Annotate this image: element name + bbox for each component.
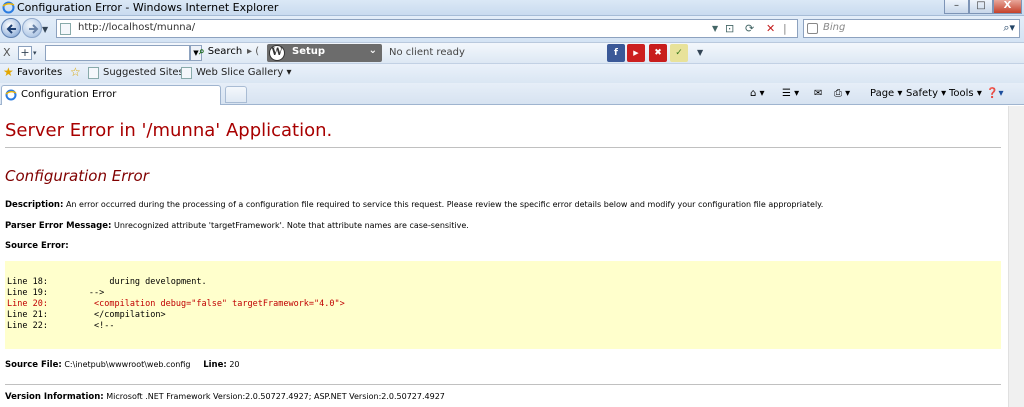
chevron-down-icon: ⌄	[368, 45, 377, 56]
stop-icon[interactable]: ✕	[766, 22, 775, 35]
divider	[5, 147, 1001, 148]
version-line: Version Information: Microsoft .NET Fram…	[5, 392, 445, 402]
code-line: Line 18: during development.	[7, 277, 207, 287]
line-label: Line:	[203, 360, 227, 370]
tab-label: Configuration Error	[21, 89, 117, 100]
toolbar-add-dropdown-icon[interactable]: ▾	[33, 49, 37, 57]
page-title: Server Error in '/munna' Application.	[5, 120, 333, 141]
wordpress-icon: W	[269, 45, 285, 61]
code-line-highlighted: Line 20: <compilation debug="false" targ…	[7, 299, 345, 309]
description-label: Description:	[5, 200, 64, 210]
back-button[interactable]	[1, 18, 21, 38]
parser-error-text: Unrecognized attribute 'targetFramework'…	[113, 221, 469, 230]
forward-arrow-icon	[29, 24, 39, 34]
search-field[interactable]: Bing ⌕▾	[803, 19, 1020, 38]
page-icon	[60, 23, 71, 35]
page-menu[interactable]: Page ▾	[870, 88, 902, 99]
maximize-button[interactable]: □	[969, 0, 993, 14]
suggested-sites-link[interactable]: Suggested Sites ▾	[103, 67, 192, 78]
setup-label: Setup	[292, 46, 326, 57]
code-line: Line 21: </compilation>	[7, 310, 166, 320]
source-code-box: Line 18: during development. Line 19: --…	[5, 261, 1001, 349]
internet-explorer-icon	[5, 89, 17, 101]
favorites-bar: ★ Favorites ☆ Suggested Sites ▾ Web Slic…	[0, 63, 1024, 83]
toolbar-search-input[interactable]	[45, 45, 190, 61]
home-icon[interactable]: ⌂ ▾	[750, 88, 765, 99]
source-error-label: Source Error:	[5, 241, 69, 251]
compatibility-view-icon[interactable]: ⊡	[725, 22, 734, 35]
divider	[5, 384, 1001, 385]
tools-menu[interactable]: Tools ▾	[949, 88, 982, 99]
toolbar-options-dropdown-icon[interactable]: ▼	[697, 48, 703, 57]
tab-bar: Configuration Error ⌂ ▾ ☰ ▾ ✉ ⎙ ▾ Page ▾…	[0, 83, 1024, 105]
forward-button[interactable]	[22, 18, 42, 38]
setup-dropdown[interactable]: W Setup ⌄	[267, 44, 382, 62]
recent-pages-dropdown-icon[interactable]: ▼	[42, 25, 48, 34]
close-button[interactable]: X	[993, 0, 1022, 14]
page-icon	[88, 67, 99, 79]
mail-icon[interactable]: ✉	[814, 88, 822, 99]
magnifier-icon: ⌕	[199, 46, 205, 57]
client-status: No client ready	[389, 47, 465, 58]
minimize-button[interactable]: –	[944, 0, 969, 14]
search-icon[interactable]: ⌕▾	[1003, 21, 1015, 35]
toolbar-close-icon[interactable]: X	[3, 46, 11, 59]
feeds-icon[interactable]: ☰ ▾	[782, 88, 799, 99]
window-title: Configuration Error - Windows Internet E…	[17, 1, 279, 14]
favorites-star-icon: ★	[3, 65, 14, 79]
source-file-value: C:\inetpub\wwwroot\web.config	[64, 360, 191, 369]
parser-error-label: Parser Error Message:	[5, 221, 112, 231]
parser-error-line: Parser Error Message: Unrecognized attri…	[5, 221, 469, 231]
search-placeholder: Bing	[823, 22, 846, 33]
window-title-bar: Configuration Error - Windows Internet E…	[0, 0, 1024, 16]
favorites-button[interactable]: Favorites	[17, 67, 62, 78]
description-line: Description: An error occurred during th…	[5, 200, 823, 210]
print-icon[interactable]: ⎙ ▾	[834, 88, 850, 99]
bing-icon	[807, 23, 818, 34]
vertical-scrollbar[interactable]	[1008, 106, 1024, 407]
description-text: An error occurred during the processing …	[65, 200, 824, 209]
play-icon[interactable]: ▶	[627, 44, 645, 62]
address-bar-row: ▼ http://localhost/munna/ ▼ ⊡ ⟳ ✕ | Bing…	[0, 16, 1024, 42]
url-text: http://localhost/munna/	[78, 22, 196, 33]
add-favorite-icon[interactable]: ☆	[70, 65, 81, 79]
refresh-icon[interactable]: ⟳	[745, 22, 754, 35]
error-subheading: Configuration Error	[5, 167, 149, 185]
version-label: Version Information:	[5, 392, 104, 402]
source-error-line: Source Error:	[5, 241, 69, 251]
tab-configuration-error[interactable]: Configuration Error	[1, 85, 221, 105]
code-line: Line 22: <!--	[7, 321, 115, 331]
new-tab-button[interactable]	[225, 86, 247, 103]
delete-icon[interactable]: ✖	[649, 44, 667, 62]
address-separator-icon: |	[783, 22, 787, 35]
internet-explorer-icon	[2, 1, 15, 14]
url-dropdown-icon[interactable]: ▼	[712, 24, 718, 33]
facebook-icon[interactable]: f	[607, 44, 625, 62]
code-line: Line 19: -->	[7, 288, 105, 298]
toolbar-row: X + ▾ ▼ ⌕ Search ▸ ( W Setup ⌄ No client…	[0, 42, 1024, 63]
help-icon[interactable]: ❓▾	[986, 88, 1003, 99]
url-field[interactable]: http://localhost/munna/ ▼ ⊡ ⟳ ✕ |	[56, 19, 798, 38]
source-file-line: Source File: C:\inetpub\wwwroot\web.conf…	[5, 360, 240, 370]
page-icon	[181, 67, 192, 79]
toolbar-add-button[interactable]: +	[18, 46, 32, 60]
source-file-label: Source File:	[5, 360, 62, 370]
web-slice-gallery-link[interactable]: Web Slice Gallery ▾	[196, 67, 292, 78]
version-text: Microsoft .NET Framework Version:2.0.507…	[106, 392, 445, 401]
page-content: Server Error in '/munna' Application. Co…	[0, 106, 1024, 407]
back-arrow-icon	[6, 24, 16, 34]
toolbar-more-icon[interactable]: ▸ (	[247, 46, 259, 57]
bookmark-icon[interactable]: ✓	[670, 44, 688, 62]
toolbar-search-label: Search	[207, 46, 243, 57]
toolbar-search-button[interactable]: ⌕ Search	[199, 46, 242, 57]
safety-menu[interactable]: Safety ▾	[906, 88, 946, 99]
line-value: 20	[229, 360, 240, 369]
